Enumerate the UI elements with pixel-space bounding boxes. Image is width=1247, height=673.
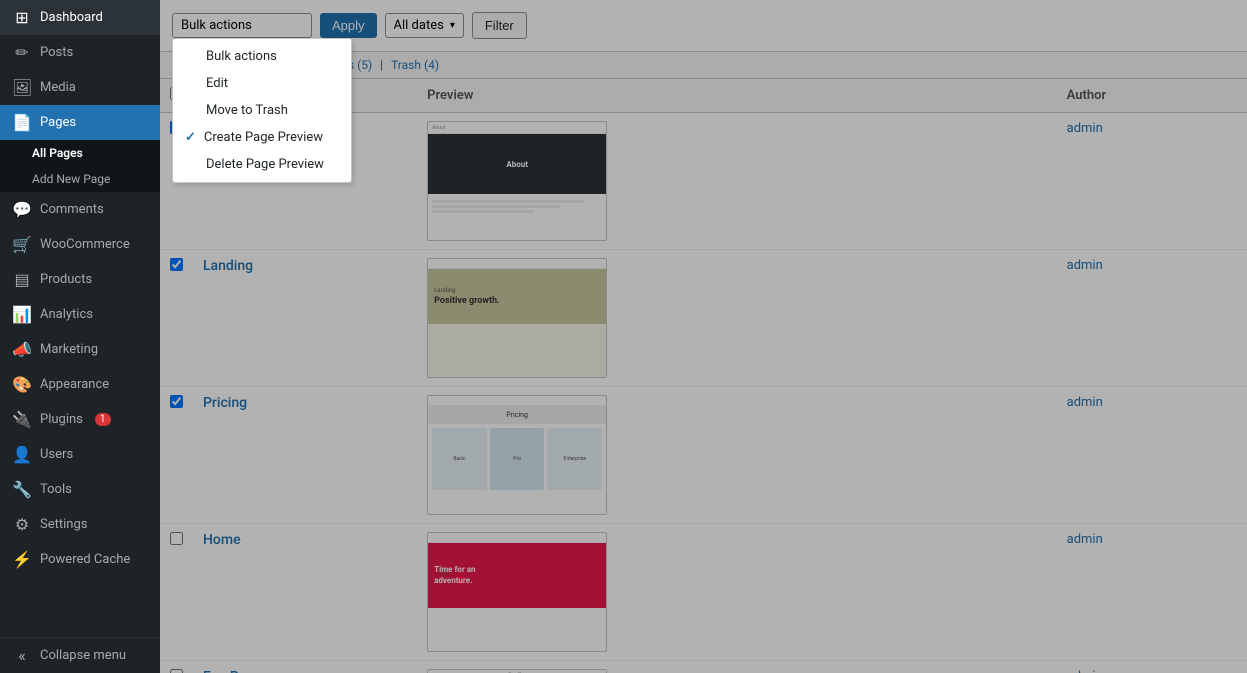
bulk-actions-menu: Bulk actions Edit Move to Trash Create P… [172, 38, 352, 183]
sidebar-item-tools[interactable]: 🔧 Tools [0, 472, 160, 507]
products-icon: ▤ [12, 270, 32, 289]
sidebar-item-users[interactable]: 👤 Users [0, 437, 160, 472]
menu-item-bulk-actions[interactable]: Bulk actions [173, 43, 351, 70]
powered-cache-icon: ⚡ [12, 550, 32, 569]
sidebar-item-analytics[interactable]: 📊 Analytics [0, 297, 160, 332]
sidebar-item-all-pages[interactable]: All Pages [0, 140, 160, 166]
menu-item-create-page-preview[interactable]: Create Page Preview [173, 124, 351, 151]
sidebar-item-settings[interactable]: ⚙ Settings [0, 507, 160, 542]
media-icon: 🖼 [12, 78, 32, 97]
dashboard-icon: ⊞ [12, 8, 32, 27]
sidebar-item-products[interactable]: ▤ Products [0, 262, 160, 297]
comments-icon: 💬 [12, 200, 32, 219]
sidebar-item-woocommerce[interactable]: 🛒 WooCommerce [0, 227, 160, 262]
pages-submenu: All Pages Add New Page [0, 140, 160, 192]
menu-item-edit[interactable]: Edit [173, 70, 351, 97]
tools-icon: 🔧 [12, 480, 32, 499]
sidebar-item-powered-cache[interactable]: ⚡ Powered Cache [0, 542, 160, 577]
plugins-badge: 1 [95, 413, 111, 426]
menu-item-delete-page-preview[interactable]: Delete Page Preview [173, 151, 351, 178]
woocommerce-icon: 🛒 [12, 235, 32, 254]
sidebar-item-add-new-page[interactable]: Add New Page [0, 166, 160, 192]
users-icon: 👤 [12, 445, 32, 464]
sidebar: ⊞ Dashboard ✏ Posts 🖼 Media 📄 Pages All … [0, 0, 160, 673]
appearance-icon: 🎨 [12, 375, 32, 394]
posts-icon: ✏ [12, 43, 32, 62]
collapse-menu: « Collapse menu [0, 637, 160, 673]
sidebar-item-media[interactable]: 🖼 Media [0, 70, 160, 105]
sidebar-item-appearance[interactable]: 🎨 Appearance [0, 367, 160, 402]
menu-item-move-to-trash[interactable]: Move to Trash [173, 97, 351, 124]
sidebar-item-plugins[interactable]: 🔌 Plugins 1 [0, 402, 160, 437]
marketing-icon: 📣 [12, 340, 32, 359]
sidebar-item-comments[interactable]: 💬 Comments [0, 192, 160, 227]
settings-icon: ⚙ [12, 515, 32, 534]
pages-icon: 📄 [12, 113, 32, 132]
sidebar-item-pages[interactable]: 📄 Pages [0, 105, 160, 140]
plugins-icon: 🔌 [12, 410, 32, 429]
collapse-menu-button[interactable]: « Collapse menu [0, 638, 160, 673]
main-content: Bulk actions Bulk actions Edit Move to T… [160, 0, 1247, 673]
sidebar-item-posts[interactable]: ✏ Posts [0, 35, 160, 70]
sidebar-item-marketing[interactable]: 📣 Marketing [0, 332, 160, 367]
collapse-icon: « [12, 646, 32, 665]
sidebar-item-dashboard[interactable]: ⊞ Dashboard [0, 0, 160, 35]
analytics-icon: 📊 [12, 305, 32, 324]
